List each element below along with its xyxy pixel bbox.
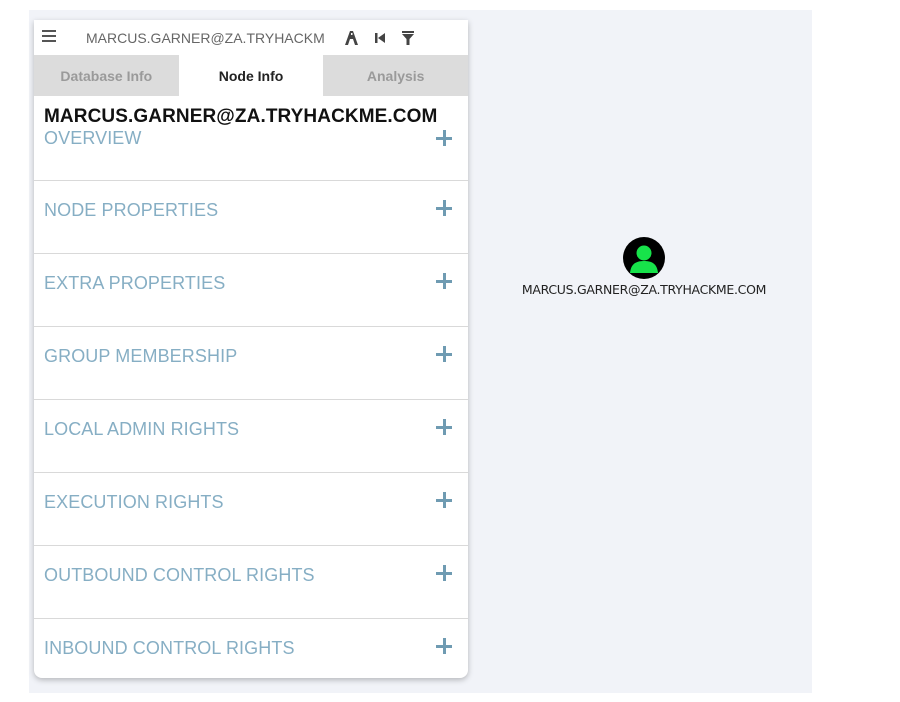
tab-node-info[interactable]: Node Info [178,55,324,96]
plus-icon[interactable] [436,492,452,508]
section-inbound-control-rights[interactable]: INBOUND CONTROL RIGHTS [34,619,468,678]
tab-database-info[interactable]: Database Info [34,55,179,96]
section-node-properties[interactable]: NODE PROPERTIES [34,181,468,254]
panel-tabs: Database Info Node Info Analysis [34,55,468,96]
plus-icon[interactable] [436,419,452,435]
section-label: INBOUND CONTROL RIGHTS [44,638,295,658]
section-label: NODE PROPERTIES [44,200,219,220]
section-label: OVERVIEW [44,128,142,148]
user-icon[interactable] [623,237,665,279]
pathfinding-icon[interactable] [338,27,366,49]
section-group-membership[interactable]: GROUP MEMBERSHIP [34,327,468,400]
tab-analysis[interactable]: Analysis [323,55,468,96]
filter-icon[interactable] [394,27,422,49]
plus-icon[interactable] [436,638,452,654]
section-local-admin-rights[interactable]: LOCAL ADMIN RIGHTS [34,400,468,473]
search-bar [34,20,468,55]
plus-icon[interactable] [436,273,452,289]
section-extra-properties[interactable]: EXTRA PROPERTIES [34,254,468,327]
section-overview[interactable]: OVERVIEW [34,128,468,181]
back-icon[interactable] [366,27,394,49]
plus-icon[interactable] [436,130,452,146]
section-label: EXTRA PROPERTIES [44,273,226,293]
section-label: EXECUTION RIGHTS [44,492,224,512]
node-info-panel: Database Info Node Info Analysis MARCUS.… [34,20,468,678]
section-outbound-control-rights[interactable]: OUTBOUND CONTROL RIGHTS [34,546,468,619]
section-label: LOCAL ADMIN RIGHTS [44,419,240,439]
section-label: OUTBOUND CONTROL RIGHTS [44,565,315,585]
section-execution-rights[interactable]: EXECUTION RIGHTS [34,473,468,546]
graph-user-node[interactable]: MARCUS.GARNER@ZA.TRYHACKME.COM [494,237,794,297]
hamburger-menu-icon[interactable] [34,29,64,47]
section-label: GROUP MEMBERSHIP [44,346,238,366]
plus-icon[interactable] [436,346,452,362]
plus-icon[interactable] [436,565,452,581]
plus-icon[interactable] [436,200,452,216]
node-title: MARCUS.GARNER@ZA.TRYHACKME.COM [44,106,438,127]
graph-node-label: MARCUS.GARNER@ZA.TRYHACKME.COM [521,282,767,297]
node-search-input[interactable] [64,28,338,47]
